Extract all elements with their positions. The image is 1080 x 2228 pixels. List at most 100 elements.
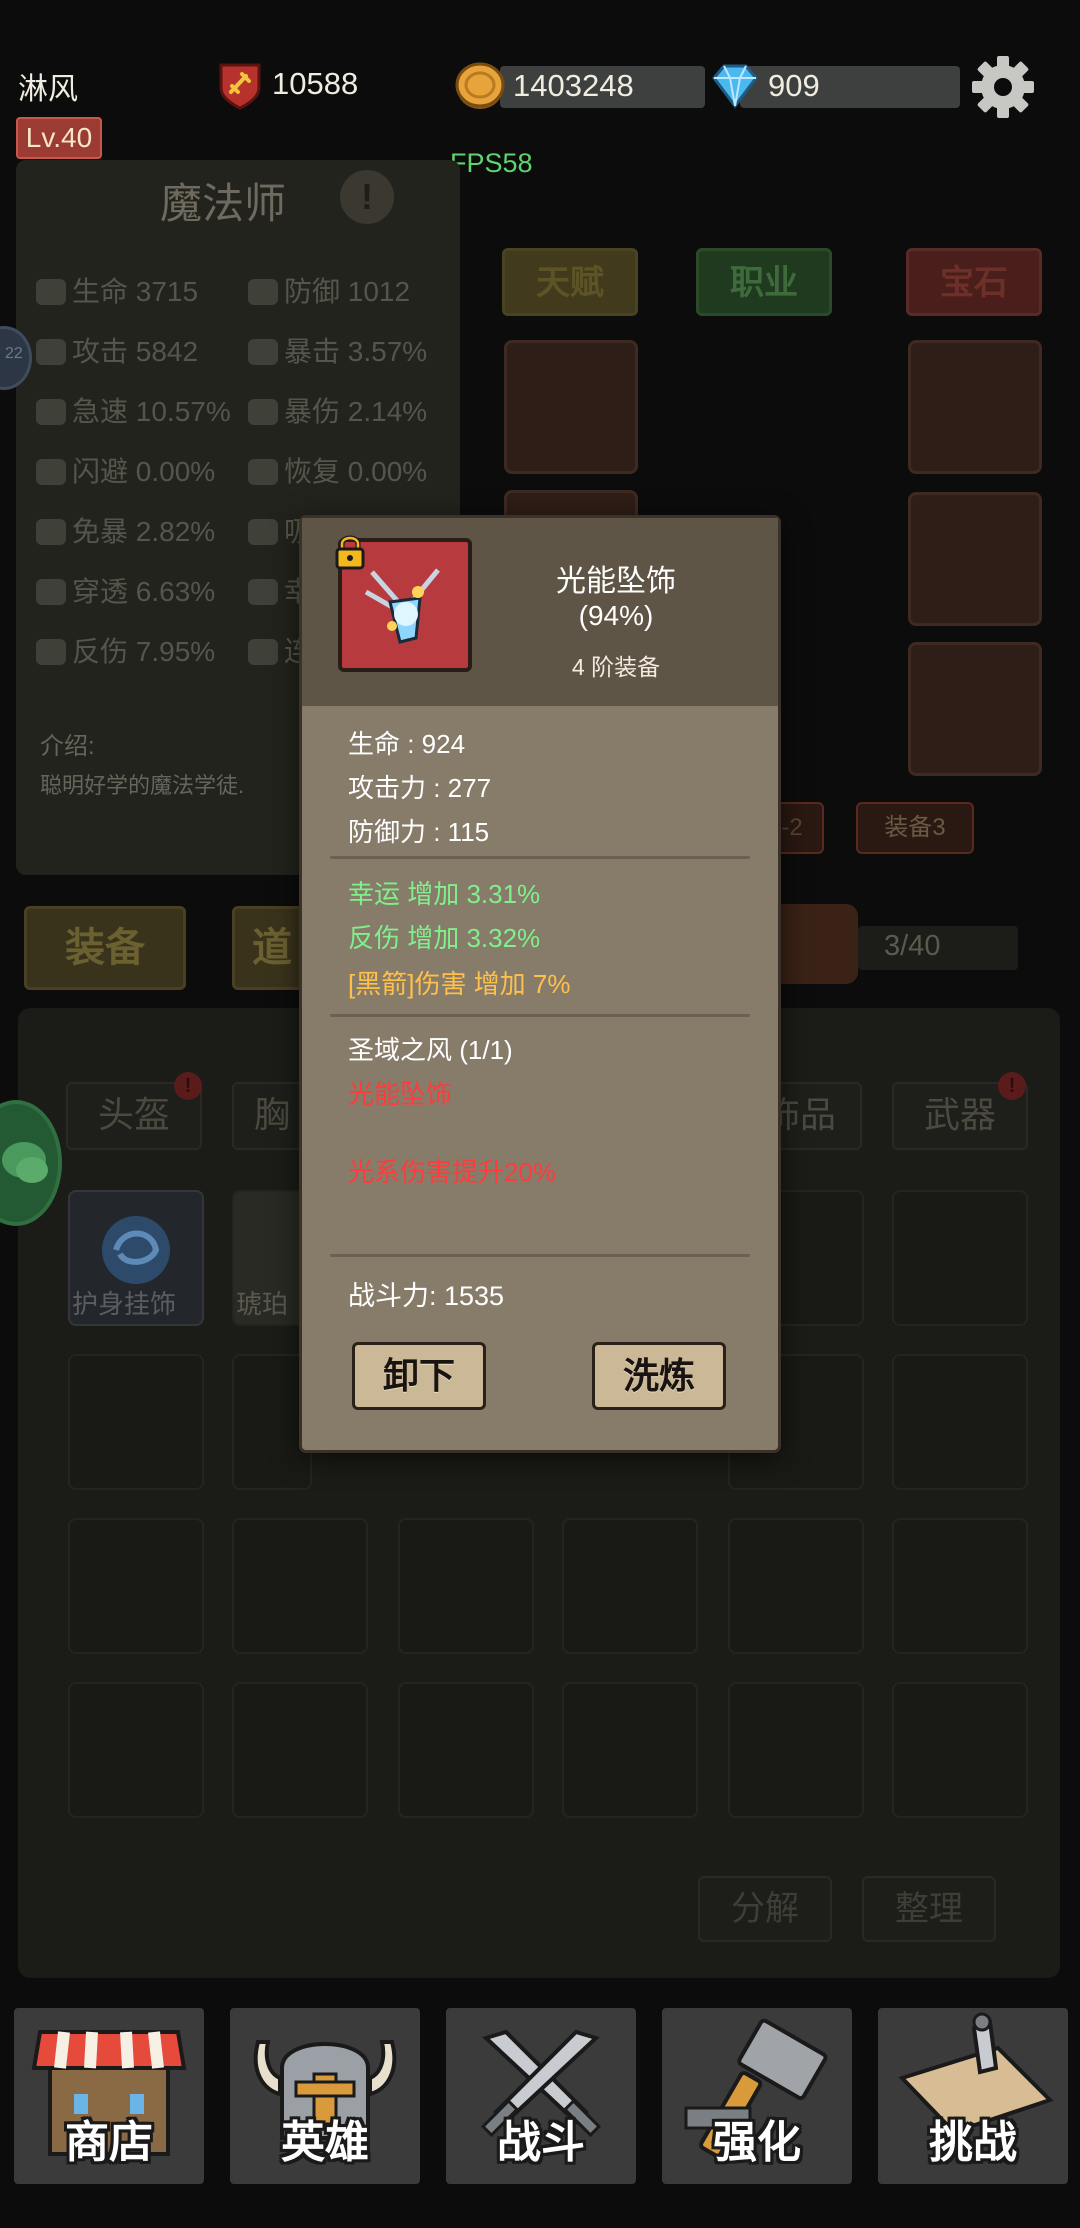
grid-cell[interactable]: [892, 1682, 1028, 1818]
wechat-icon[interactable]: [0, 1100, 62, 1226]
gem-value: 909: [768, 68, 820, 103]
divider: [330, 856, 750, 859]
inventory-item-label: 护身挂饰: [72, 1289, 177, 1319]
nav-shop-label: 商店: [65, 2118, 153, 2167]
grid-cell[interactable]: [728, 1682, 864, 1818]
level-badge: Lv.40: [16, 117, 102, 159]
tab-talent[interactable]: 天赋: [502, 248, 638, 316]
hero-class-title: 魔法师: [160, 180, 287, 227]
gold-coin-icon: [455, 62, 505, 109]
diamond-icon: [712, 64, 758, 109]
heal-icon: [248, 459, 278, 485]
nav-challenge[interactable]: 挑战: [878, 2008, 1068, 2184]
stat-crit: 暴击 3.57%: [248, 330, 427, 370]
decompose-button[interactable]: 分解: [698, 1876, 832, 1942]
alert-badge: !: [174, 1072, 202, 1100]
reflect-icon: [36, 639, 66, 665]
grid-cell[interactable]: [68, 1354, 204, 1490]
stat-crit-damage: 暴伤 2.14%: [248, 390, 427, 430]
item-bonus-reflect: 反伤 增加 3.32%: [348, 923, 541, 953]
sort-button[interactable]: 整理: [862, 1876, 996, 1942]
equip-slot-chest[interactable]: [504, 340, 638, 474]
nav-battle-label: 战斗: [497, 2118, 585, 2167]
dodge-icon: [36, 459, 66, 485]
stat-haste: 急速 10.57%: [36, 390, 231, 430]
divider: [330, 1014, 750, 1017]
equip-slot-weapon[interactable]: [908, 642, 1042, 776]
tab-items[interactable]: 道: [232, 906, 312, 990]
lifesteal-icon: [248, 519, 278, 545]
grid-cell[interactable]: [562, 1682, 698, 1818]
fire-icon: [248, 339, 278, 365]
alert-badge: !: [998, 1072, 1026, 1100]
item-stat-hp: 生命 : 924: [348, 729, 466, 759]
grid-cell[interactable]: [892, 1190, 1028, 1326]
nav-battle[interactable]: 战斗: [446, 2008, 636, 2184]
equip-set-3-tag[interactable]: 装备3: [856, 802, 974, 854]
tab-gem[interactable]: 宝石: [906, 248, 1042, 316]
stat-dodge: 闪避 0.00%: [36, 450, 215, 490]
stat-crit-resist: 免暴 2.82%: [36, 510, 215, 550]
grid-cell[interactable]: [728, 1518, 864, 1654]
fps-counter: FPS58: [450, 148, 533, 178]
nav-challenge-label: 挑战: [929, 2118, 1017, 2167]
gold-value: 1403248: [513, 68, 634, 103]
shield-icon: [248, 279, 278, 305]
nav-shop[interactable]: 商店: [14, 2008, 204, 2184]
grid-cell[interactable]: [398, 1518, 534, 1654]
item-combat-power: 战斗力: 1535: [348, 1281, 505, 1311]
grid-cell[interactable]: [232, 1354, 312, 1490]
avatar-level: 22: [5, 345, 23, 362]
equip-slot-amulet[interactable]: [908, 492, 1042, 626]
stat-attack: 攻击 5842: [36, 330, 198, 370]
nav-upgrade[interactable]: 强化: [662, 2008, 852, 2184]
item-quality: (94%): [578, 600, 654, 631]
item-name: 光能坠饰: [556, 565, 676, 598]
heart-icon: [36, 279, 66, 305]
gear-icon[interactable]: [970, 54, 1036, 120]
category-chest[interactable]: 胸: [232, 1082, 312, 1150]
nav-upgrade-label: 强化: [713, 2118, 801, 2167]
stat-hp: 生命 3715: [36, 270, 198, 310]
stat-defense: 防御 1012: [248, 270, 410, 310]
item-stat-defense: 防御力 : 115: [348, 817, 490, 847]
grid-cell[interactable]: [892, 1518, 1028, 1654]
grid-cell[interactable]: [562, 1518, 698, 1654]
refine-button[interactable]: 洗炼: [592, 1342, 726, 1410]
item-stat-attack: 攻击力 : 277: [348, 773, 492, 803]
intro-label: 介绍:: [40, 733, 95, 760]
inventory-item-label: 琥珀: [236, 1289, 289, 1319]
item-bonus-luck: 幸运 增加 3.31%: [348, 879, 541, 909]
info-icon[interactable]: !: [340, 170, 394, 224]
set-name: 圣域之风 (1/1): [348, 1035, 513, 1065]
grid-cell[interactable]: [892, 1354, 1028, 1490]
unequip-button[interactable]: 卸下: [352, 1342, 486, 1410]
grid-cell[interactable]: [232, 1518, 368, 1654]
pierce-icon: [36, 579, 66, 605]
combo-icon: [248, 639, 278, 665]
grid-cell[interactable]: [232, 1682, 368, 1818]
bag-icon: [772, 904, 858, 984]
player-name: 淋风: [18, 73, 78, 106]
nav-hero[interactable]: 英雄: [230, 2008, 420, 2184]
divider: [330, 1254, 750, 1257]
intro-text: 聪明好学的魔法学徒.: [40, 773, 245, 798]
tab-class[interactable]: 职业: [696, 248, 832, 316]
stat-regen: 恢复 0.00%: [248, 450, 427, 490]
power-shield-icon: [219, 63, 261, 110]
anti-crit-icon: [36, 519, 66, 545]
bag-count: 3/40: [884, 930, 941, 962]
item-special-stat: [黑箭]伤害 增加 7%: [348, 969, 571, 999]
sword-icon: [36, 339, 66, 365]
set-bonus: 光系伤害提升20%: [348, 1157, 557, 1187]
grid-cell[interactable]: [68, 1518, 204, 1654]
equip-slot-ring[interactable]: [908, 340, 1042, 474]
tab-equipment[interactable]: 装备: [24, 906, 186, 990]
lock-icon[interactable]: [334, 534, 366, 570]
stat-reflect: 反伤 7.95%: [36, 630, 215, 670]
grid-cell[interactable]: [68, 1682, 204, 1818]
crit-damage-icon: [248, 399, 278, 425]
item-tier: 4 阶装备: [571, 654, 661, 680]
stat-pierce: 穿透 6.63%: [36, 570, 215, 610]
grid-cell[interactable]: [398, 1682, 534, 1818]
